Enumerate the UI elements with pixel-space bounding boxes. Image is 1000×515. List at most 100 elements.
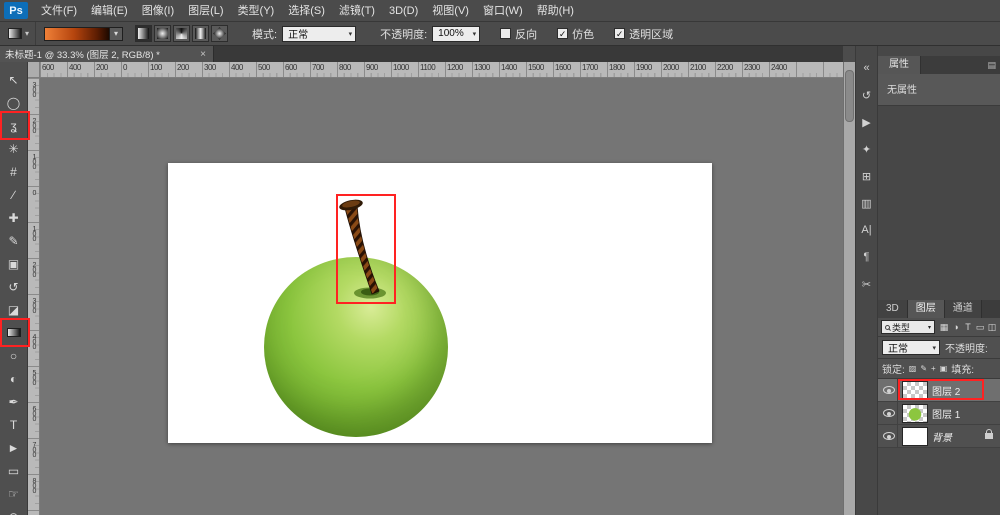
ruler-label: 1900 — [636, 63, 652, 72]
character-icon[interactable]: A| — [857, 220, 877, 240]
hand-icon: ☞ — [8, 487, 19, 501]
artboard[interactable] — [168, 163, 712, 443]
scrollbar-thumb[interactable] — [845, 70, 854, 122]
gradient-preview[interactable] — [44, 27, 110, 41]
pen-tool[interactable]: ✒ — [0, 390, 27, 413]
vertical-scrollbar[interactable] — [843, 62, 855, 515]
type-tool[interactable]: T — [0, 413, 27, 436]
layer-row[interactable]: 图层 1 — [878, 402, 1000, 425]
blend-mode-select[interactable]: 正常 ▾ — [882, 340, 940, 355]
smart-object-filter-icon[interactable]: ◫ — [986, 322, 998, 333]
radial-gradient-button[interactable] — [154, 25, 171, 42]
checkbox-label: 透明区域 — [629, 26, 673, 42]
visibility-toggle[interactable] — [880, 402, 898, 425]
eyedropper-tool[interactable]: ∕ — [0, 183, 27, 206]
brush-icon: ✎ — [8, 234, 18, 248]
tab-layers[interactable]: 图层 — [908, 300, 945, 318]
styles-icon[interactable]: ✦ — [857, 139, 877, 159]
reverse-checkbox[interactable]: 反向 — [500, 26, 537, 42]
move-tool[interactable]: ↖ — [0, 68, 27, 91]
menu-item[interactable]: 类型(Y) — [231, 5, 282, 17]
lock-pixels-icon[interactable]: ✎ — [920, 364, 927, 373]
filter-kind-select[interactable]: 类型 ▾ — [881, 320, 935, 334]
eye-icon — [883, 432, 895, 440]
layer-thumbnail[interactable] — [902, 381, 928, 400]
hand-tool[interactable]: ☞ — [0, 482, 27, 505]
history-icon[interactable]: ↺ — [857, 85, 877, 105]
tab-3d[interactable]: 3D — [878, 300, 908, 318]
menu-item[interactable]: 3D(D) — [382, 5, 425, 17]
crop-tool[interactable]: # — [0, 160, 27, 183]
lock-position-icon[interactable]: + — [931, 364, 936, 373]
menu-item[interactable]: 滤镜(T) — [332, 5, 382, 17]
dodge-tool[interactable]: ◐ — [0, 367, 27, 390]
transparency-checkbox[interactable]: ✓ 透明区域 — [614, 26, 673, 42]
gradient-type-buttons — [135, 25, 228, 42]
shape-tool[interactable]: ▭ — [0, 459, 27, 482]
gradient-picker-arrow[interactable]: ▾ — [110, 27, 123, 41]
actions-icon[interactable]: ▶ — [857, 112, 877, 132]
dither-checkbox[interactable]: ✓仿色 — [557, 26, 594, 42]
layer-list: 图层 2图层 1背景 — [878, 379, 1000, 515]
reflected-gradient-button[interactable] — [192, 25, 209, 42]
collapse-dock-icon[interactable]: « — [857, 58, 877, 78]
tab-channels[interactable]: 通道 — [945, 300, 982, 318]
menu-item[interactable]: 窗口(W) — [476, 5, 530, 17]
quick-selection-tool[interactable]: ✳ — [0, 137, 27, 160]
canvas-area[interactable] — [40, 78, 843, 515]
menu-item[interactable]: 图像(I) — [135, 5, 181, 17]
checkbox-box[interactable]: ✓ — [557, 28, 568, 39]
lock-all-icon[interactable]: ▣ — [940, 364, 948, 373]
lock-icon — [985, 433, 993, 439]
opacity-select[interactable]: 100% ▾ — [432, 26, 480, 42]
crop-icon: # — [10, 165, 17, 179]
checkbox-box[interactable]: ✓ — [614, 28, 625, 39]
layer-thumbnail[interactable] — [902, 427, 928, 446]
chevron-down-icon: ▾ — [927, 344, 936, 352]
scissors-icon[interactable]: ✂ — [857, 274, 877, 294]
shape-filter-icon[interactable]: ▭ — [974, 322, 986, 333]
paragraph-icon[interactable]: ¶ — [857, 247, 877, 267]
tool-preset-picker[interactable]: ▾ — [2, 22, 36, 45]
path-selection-tool[interactable]: ► — [0, 436, 27, 459]
adjustment-filter-icon[interactable]: ◑ — [950, 322, 962, 333]
gradient-tool-icon — [8, 28, 22, 39]
menu-item[interactable]: 选择(S) — [281, 5, 332, 17]
mode-select[interactable]: 正常 ▾ — [282, 26, 356, 42]
option-checkboxes: 反向✓仿色✓透明区域 — [480, 26, 673, 42]
blend-mode-value: 正常 — [888, 340, 908, 355]
pixel-filter-icon[interactable]: ▦ — [938, 322, 950, 333]
visibility-toggle[interactable] — [880, 379, 898, 402]
healing-brush-tool[interactable]: ✚ — [0, 206, 27, 229]
panel-menu-icon[interactable]: ▤ — [982, 60, 1000, 71]
brush-tool[interactable]: ✎ — [0, 229, 27, 252]
menu-item[interactable]: 编辑(E) — [84, 5, 135, 17]
lock-transparency-icon[interactable]: ▨ — [909, 364, 917, 373]
linear-gradient-button[interactable] — [135, 25, 152, 42]
menu-item[interactable]: 视图(V) — [425, 5, 476, 17]
angle-gradient-icon — [176, 28, 187, 39]
blur-tool[interactable]: ○ — [0, 344, 27, 367]
clone-stamp-tool[interactable]: ▣ — [0, 252, 27, 275]
close-icon[interactable]: × — [198, 49, 208, 60]
histogram-icon[interactable]: ▥ — [857, 193, 877, 213]
layer-thumbnail[interactable] — [902, 404, 928, 423]
lasso-tool[interactable]: ʓ — [0, 114, 27, 137]
layer-row[interactable]: 图层 2 — [878, 379, 1000, 402]
history-brush-tool[interactable]: ↺ — [0, 275, 27, 298]
angle-gradient-button[interactable] — [173, 25, 190, 42]
zoom-tool[interactable]: ⊙ — [0, 505, 27, 515]
menu-item[interactable]: 文件(F) — [34, 5, 84, 17]
clone-source-icon[interactable]: ⊞ — [857, 166, 877, 186]
gradient-tool[interactable] — [0, 321, 27, 344]
menu-item[interactable]: 图层(L) — [181, 5, 230, 17]
tab-properties[interactable]: 属性 — [878, 56, 921, 74]
ruler-label: 700 — [30, 442, 38, 457]
type-filter-icon[interactable]: T — [962, 322, 974, 333]
menu-item[interactable]: 帮助(H) — [530, 5, 581, 17]
diamond-gradient-button[interactable] — [211, 25, 228, 42]
document-tab[interactable]: 未标题-1 @ 33.3% (图层 2, RGB/8) * × — [0, 46, 214, 62]
layer-row[interactable]: 背景 — [878, 425, 1000, 448]
visibility-toggle[interactable] — [880, 425, 898, 448]
checkbox-box[interactable] — [500, 28, 511, 39]
